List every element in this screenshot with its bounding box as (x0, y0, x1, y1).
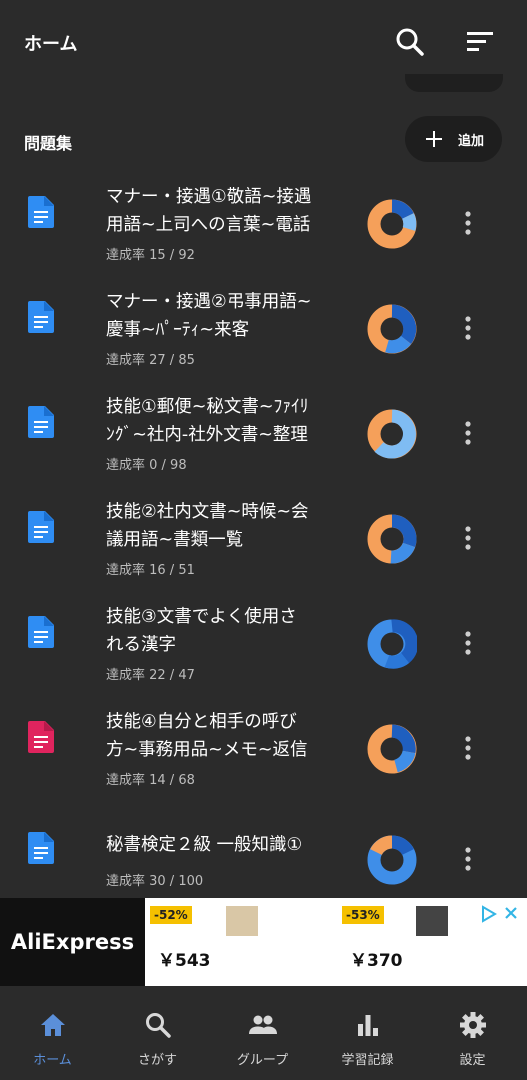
item-title-line1: 技能②社内文書~時候~会 (106, 502, 309, 522)
more-vert-icon[interactable] (461, 846, 475, 872)
item-title-line2: 方~事務用品~メモ~返信 (106, 740, 308, 760)
search-icon (396, 28, 424, 56)
item-title-line2: ﾝｸﾞ~社内-社外文書~整理 (106, 425, 308, 445)
item-progress: 達成率 16 / 51 (106, 563, 195, 578)
nav-home[interactable]: ホーム (0, 986, 105, 1080)
plus-icon (426, 131, 442, 147)
item-progress: 達成率 14 / 68 (106, 773, 195, 788)
item-title-line2: れる漢字 (106, 635, 176, 655)
nav-label: 設定 (459, 1053, 486, 1068)
ad-choices-icon[interactable] (480, 904, 520, 924)
home-icon (41, 1014, 65, 1036)
progress-donut (367, 199, 417, 249)
sort-button[interactable] (461, 24, 497, 60)
more-vert-icon[interactable] (461, 315, 475, 341)
progress-donut (367, 619, 417, 669)
document-icon (28, 406, 54, 438)
item-title-line2: 慶事~ﾊﾟｰﾃｨ~来客 (106, 320, 250, 340)
item-title-line1: 技能③文書でよく使用さ (106, 607, 297, 627)
ad-discount-badge: -52% (150, 906, 192, 924)
item-title-line2: 用語~上司への言葉~電話 (106, 215, 311, 235)
ad-product-image (416, 906, 448, 936)
item-title-line1: 技能①郵便~秘文書~ﾌｧｲﾘ (106, 397, 309, 417)
item-title-line1: 秘書検定２級 一般知識① (106, 835, 303, 855)
app-title: ホーム (24, 34, 78, 55)
item-progress: 達成率 0 / 98 (106, 458, 187, 473)
nav-label: ホーム (33, 1053, 72, 1068)
search-icon (146, 1013, 171, 1038)
nav-label: さがす (137, 1053, 177, 1068)
ad-brand: AliExpress (0, 898, 145, 986)
search-button[interactable] (392, 24, 428, 60)
progress-donut (367, 409, 417, 459)
ad-banner[interactable]: AliExpress -52% ￥543 -53% ￥370 (0, 898, 527, 986)
nav-settings[interactable]: 設定 (420, 986, 525, 1080)
scroll-indicator (405, 74, 503, 92)
progress-donut (367, 835, 417, 885)
document-icon (28, 832, 54, 864)
item-title-line2: 議用語~書類一覧 (106, 530, 244, 550)
nav-group[interactable]: グループ (210, 986, 315, 1080)
more-vert-icon[interactable] (461, 525, 475, 551)
list-item[interactable]: 技能②社内文書~時候~会 議用語~書類一覧 達成率 16 / 51 (0, 489, 527, 594)
nav-study-record[interactable]: 学習記録 (315, 986, 420, 1080)
more-vert-icon[interactable] (461, 420, 475, 446)
more-vert-icon[interactable] (461, 630, 475, 656)
list-item[interactable]: マナー・接遇①敬語~接遇 用語~上司への言葉~電話 達成率 15 / 92 (0, 174, 527, 279)
nav-search[interactable]: さがす (105, 986, 210, 1080)
progress-donut (367, 724, 417, 774)
list-item[interactable]: マナー・接遇②弔事用語~ 慶事~ﾊﾟｰﾃｨ~来客 達成率 27 / 85 (0, 279, 527, 384)
item-progress: 達成率 30 / 100 (106, 874, 204, 889)
ad-price: ￥543 (158, 951, 211, 971)
item-title-line1: 技能④自分と相手の呼び (106, 712, 297, 732)
bar-chart-icon (358, 1015, 378, 1036)
progress-donut (367, 304, 417, 354)
item-progress: 達成率 27 / 85 (106, 353, 195, 368)
more-vert-icon[interactable] (461, 210, 475, 236)
document-icon (28, 721, 54, 753)
ad-product-image (226, 906, 258, 936)
add-button[interactable]: 追加 (405, 116, 502, 162)
gear-icon (460, 1012, 486, 1038)
item-title-line1: マナー・接遇②弔事用語~ (106, 292, 312, 312)
ad-price: ￥370 (350, 951, 403, 971)
list-item[interactable]: 技能③文書でよく使用さ れる漢字 達成率 22 / 47 (0, 594, 527, 699)
document-icon (28, 616, 54, 648)
list-item[interactable]: 技能①郵便~秘文書~ﾌｧｲﾘ ﾝｸﾞ~社内-社外文書~整理 達成率 0 / 98 (0, 384, 527, 489)
sort-icon (467, 32, 493, 51)
nav-label: グループ (236, 1053, 289, 1068)
bottom-navigation: ホーム さがす グループ 学習記録 設定 (0, 986, 527, 1080)
document-icon (28, 301, 54, 333)
add-button-label: 追加 (458, 134, 485, 149)
item-progress: 達成率 15 / 92 (106, 248, 195, 263)
more-vert-icon[interactable] (461, 735, 475, 761)
list-item[interactable]: 技能④自分と相手の呼び 方~事務用品~メモ~返信 達成率 14 / 68 (0, 699, 527, 804)
document-icon (28, 196, 54, 228)
app-bar: ホーム (0, 0, 527, 84)
progress-donut (367, 514, 417, 564)
group-icon (249, 1015, 277, 1034)
ad-discount-badge: -53% (342, 906, 384, 924)
section-title: 問題集 (24, 134, 73, 153)
item-progress: 達成率 22 / 47 (106, 668, 195, 683)
document-icon (28, 511, 54, 543)
nav-label: 学習記録 (341, 1053, 394, 1068)
item-title-line1: マナー・接遇①敬語~接遇 (106, 187, 312, 207)
